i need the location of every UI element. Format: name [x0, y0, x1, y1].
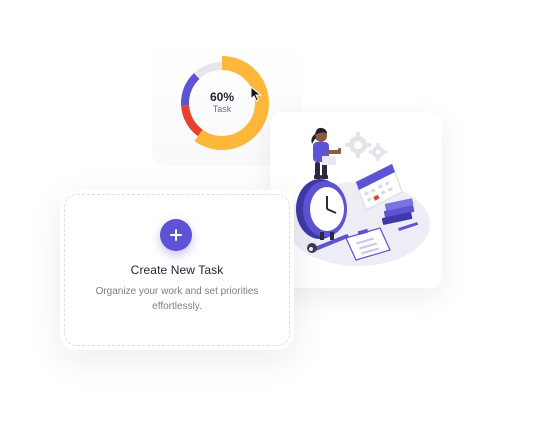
create-task-title: Create New Task — [130, 263, 224, 277]
progress-donut: 60% Task — [174, 55, 270, 151]
progress-sublabel: Task — [212, 103, 232, 114]
illustration-card — [270, 112, 442, 288]
progress-center: 60% Task — [174, 55, 270, 151]
create-task-description: Organize your work and set priorities ef… — [95, 286, 259, 312]
create-task-card: Create New Task Organize your work and s… — [60, 190, 294, 350]
task-planning-illustration — [286, 127, 430, 266]
progress-percent: 60% — [209, 89, 235, 104]
add-task-button[interactable] — [160, 219, 192, 251]
gear-icon — [345, 132, 371, 158]
plus-icon — [170, 229, 182, 241]
task-dashboard-preview: 60% Task Create New Task Organize your w… — [0, 0, 549, 445]
mouse-cursor-icon — [250, 85, 262, 102]
gear-small-icon — [369, 143, 387, 161]
person-icon — [311, 127, 341, 179]
